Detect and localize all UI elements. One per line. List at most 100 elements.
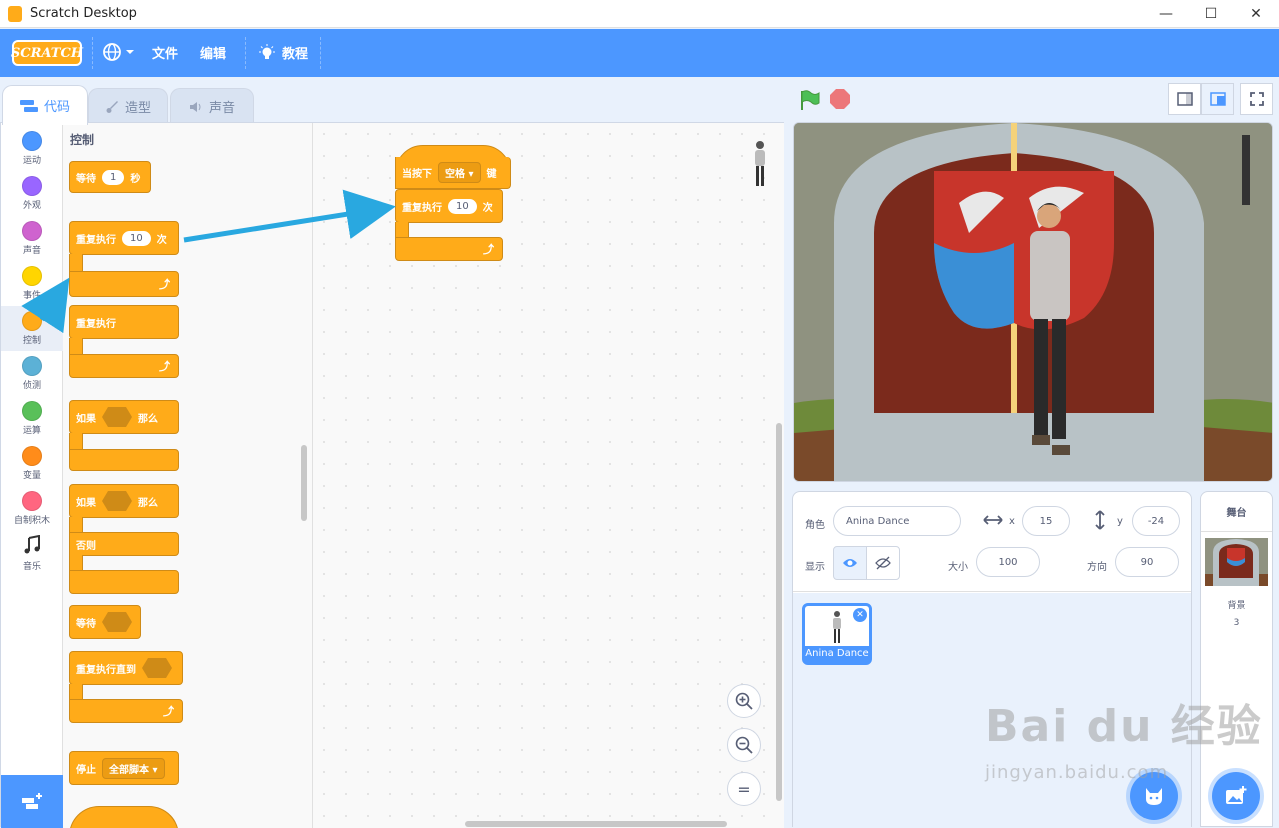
minimize-button[interactable]: — xyxy=(1143,0,1189,28)
wait-seconds-input[interactable]: 1 xyxy=(102,169,125,185)
category-operators[interactable]: 运算 xyxy=(1,396,63,441)
speaker-icon xyxy=(189,101,201,112)
block-palette: 控制 等待 1 秒 重复执行 10 次 ⤴ 重复执行 ⤴ 如果 那么 如果 那么 xyxy=(63,123,313,828)
small-stage-icon xyxy=(1176,92,1193,106)
tutorials-menu[interactable]: 教程 xyxy=(258,43,308,62)
choose-backdrop-button[interactable] xyxy=(1212,772,1260,820)
zoom-reset-button[interactable]: = xyxy=(727,772,761,806)
category-looks[interactable]: 外观 xyxy=(1,171,63,216)
zoom-out-button[interactable] xyxy=(727,728,761,762)
category-my-blocks[interactable]: 自制积木 xyxy=(1,486,63,531)
tab-sounds[interactable]: 声音 xyxy=(170,88,254,124)
loop-arrow-icon: ⤴ xyxy=(159,360,170,373)
sprite-label: 角色 xyxy=(805,520,825,531)
zoom-in-icon xyxy=(735,692,753,710)
stage-header xyxy=(792,83,1273,117)
title-bar: Scratch Desktop — ☐ ✕ xyxy=(0,0,1279,28)
palette-scrollbar[interactable] xyxy=(301,445,307,521)
stop-block[interactable]: 停止 全部脚本 ▾ xyxy=(69,751,179,785)
hat-block-partial[interactable] xyxy=(69,806,179,828)
key-dropdown[interactable]: 空格 ▾ xyxy=(438,162,481,183)
category-dot xyxy=(22,176,42,196)
script-vertical-scrollbar[interactable] xyxy=(776,423,782,801)
category-variables[interactable]: 变量 xyxy=(1,441,63,486)
tab-code[interactable]: 代码 xyxy=(2,85,88,125)
music-note-icon xyxy=(24,535,40,554)
large-stage-icon xyxy=(1209,92,1226,106)
cat-icon xyxy=(1146,788,1162,805)
backdrop-thumbnail xyxy=(1205,538,1268,586)
watermark-brand: Bai du 经验 xyxy=(985,701,1263,752)
scratch-logo[interactable]: SCRATCH xyxy=(11,40,83,66)
direction-input[interactable]: 90 xyxy=(1115,547,1179,577)
condition-slot[interactable] xyxy=(102,491,132,511)
repeat-until-footer: ⤴ xyxy=(69,699,183,723)
if-else-block[interactable]: 如果 那么 xyxy=(69,484,179,518)
close-button[interactable]: ✕ xyxy=(1233,0,1279,28)
size-label: 大小 xyxy=(948,562,968,573)
backdrops-count: 3 xyxy=(1233,618,1240,628)
sprite-thumbnail xyxy=(833,611,841,643)
add-extension-button[interactable] xyxy=(1,775,63,828)
stop-icon[interactable] xyxy=(830,89,850,109)
repeat-count-input[interactable]: 10 xyxy=(122,230,151,246)
file-menu[interactable]: 文件 xyxy=(152,43,178,62)
window-title: Scratch Desktop xyxy=(30,6,137,21)
stop-option-dropdown[interactable]: 全部脚本 ▾ xyxy=(102,757,165,779)
condition-slot[interactable] xyxy=(102,407,132,427)
stage-canvas[interactable] xyxy=(793,122,1273,482)
if-then-block[interactable]: 如果 那么 xyxy=(69,400,179,434)
y-input[interactable]: -24 xyxy=(1132,506,1180,536)
repeat-block-arm xyxy=(69,254,83,272)
fullscreen-button[interactable] xyxy=(1240,83,1273,115)
maximize-button[interactable]: ☐ xyxy=(1188,0,1234,28)
category-music[interactable]: 音乐 xyxy=(1,531,63,576)
large-stage-button[interactable] xyxy=(1201,83,1234,115)
forever-block-footer: ⤴ xyxy=(69,354,179,378)
small-stage-button[interactable] xyxy=(1168,83,1201,115)
condition-slot[interactable] xyxy=(102,612,132,632)
else-label-bar: 否则 xyxy=(69,532,179,556)
x-input[interactable]: 15 xyxy=(1022,506,1070,536)
menu-divider xyxy=(320,37,321,69)
zoom-in-button[interactable] xyxy=(727,684,761,718)
menu-divider xyxy=(245,37,246,69)
forever-block-arm xyxy=(69,338,83,355)
category-menu: 运动 外观 声音 事件 控制 侦测 运算 变量 自制积木 音乐 xyxy=(1,123,63,775)
wait-block[interactable]: 等待 1 秒 xyxy=(69,161,151,193)
script-area[interactable]: 当按下 空格 ▾ 键 重复执行 10 次 ⤴ = xyxy=(313,123,784,828)
if-else-footer xyxy=(69,570,179,594)
delete-sprite-icon[interactable]: ✕ xyxy=(853,608,867,622)
sprite-name-input[interactable]: Anina Dance xyxy=(833,506,961,536)
category-motion[interactable]: 运动 xyxy=(1,126,63,171)
category-sensing[interactable]: 侦测 xyxy=(1,351,63,396)
wait-until-block[interactable]: 等待 xyxy=(69,605,141,639)
palette-section-title: 控制 xyxy=(70,133,95,147)
script-repeat-count-input[interactable]: 10 xyxy=(448,198,477,214)
repeat-until-block[interactable]: 重复执行直到 xyxy=(69,651,183,685)
forever-block[interactable]: 重复执行 xyxy=(69,305,179,339)
show-sprite-button[interactable] xyxy=(833,546,867,580)
script-horizontal-scrollbar[interactable] xyxy=(465,821,727,827)
menu-bar: SCRATCH 文件 编辑 教程 xyxy=(0,29,1279,77)
repeat-block[interactable]: 重复执行 10 次 xyxy=(69,221,179,255)
category-control[interactable]: 控制 xyxy=(1,306,63,351)
sprite-tile[interactable]: ✕ Anina Dance xyxy=(802,603,872,665)
size-input[interactable]: 100 xyxy=(976,547,1040,577)
condition-slot[interactable] xyxy=(142,658,172,678)
lightbulb-icon xyxy=(259,43,275,59)
horizontal-arrows-icon xyxy=(983,515,1003,525)
category-dot xyxy=(22,131,42,151)
script-repeat-block[interactable]: 重复执行 10 次 xyxy=(395,189,503,223)
castle-backdrop xyxy=(794,123,1272,481)
fullscreen-icon xyxy=(1249,92,1264,106)
category-sound[interactable]: 声音 xyxy=(1,216,63,261)
language-menu[interactable] xyxy=(102,41,136,67)
category-events[interactable]: 事件 xyxy=(1,261,63,306)
edit-menu[interactable]: 编辑 xyxy=(200,43,226,62)
green-flag-icon[interactable] xyxy=(798,89,820,111)
when-key-pressed-block[interactable]: 当按下 空格 ▾ 键 xyxy=(395,157,511,189)
hide-sprite-button[interactable] xyxy=(866,546,900,580)
loop-arrow-icon: ⤴ xyxy=(483,243,494,256)
tab-costumes[interactable]: 造型 xyxy=(88,88,168,124)
